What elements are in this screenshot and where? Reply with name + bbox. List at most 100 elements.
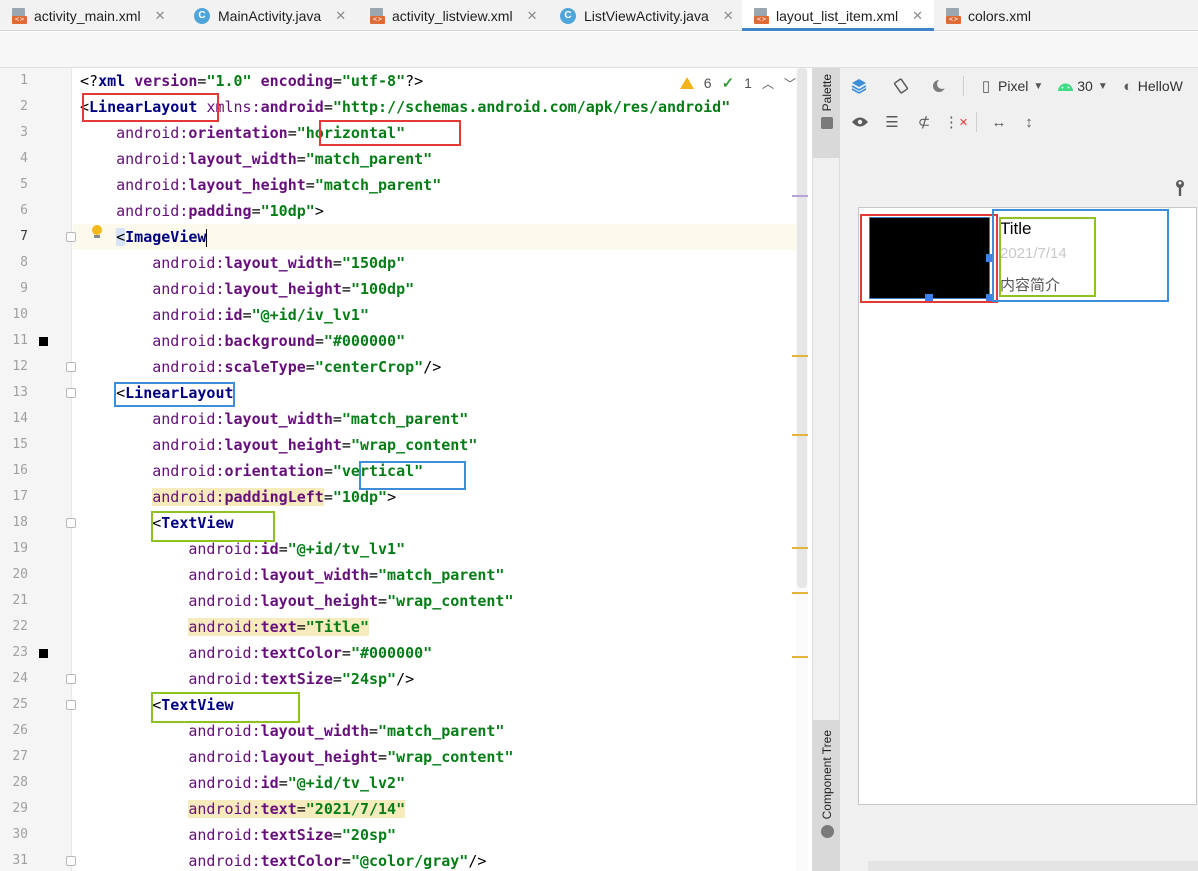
- code-line[interactable]: android:orientation="horizontal": [80, 120, 405, 146]
- code-line[interactable]: android:text="Title": [80, 614, 369, 640]
- blueprint-icon[interactable]: ☰: [882, 112, 902, 132]
- device-select[interactable]: Pixel: [998, 78, 1028, 94]
- tab-main-activity-java[interactable]: C MainActivity.java ✕: [184, 0, 358, 31]
- code-line[interactable]: <LinearLayout: [80, 380, 233, 406]
- code-line[interactable]: android:background="#000000": [80, 328, 405, 354]
- chevron-down-icon[interactable]: ▼: [1033, 81, 1043, 92]
- resize-handle[interactable]: [925, 294, 933, 302]
- code-token: android:: [116, 176, 189, 194]
- api-level-select[interactable]: 30: [1077, 78, 1093, 94]
- code-line[interactable]: android:layout_height="wrap_content": [80, 744, 513, 770]
- code-token: "horizontal": [296, 124, 406, 142]
- scroll-marker: [792, 195, 808, 197]
- editor-scrollbar[interactable]: [796, 68, 808, 871]
- tab-activity-main-xml[interactable]: <> activity_main.xml ✕: [0, 0, 184, 31]
- fold-marker-icon[interactable]: [66, 362, 76, 372]
- code-token: <: [116, 384, 126, 402]
- chevron-up-icon[interactable]: ︿: [762, 75, 774, 92]
- resize-handle[interactable]: [986, 294, 994, 302]
- code-line[interactable]: android:layout_height="100dp": [80, 276, 414, 302]
- code-line[interactable]: android:padding="10dp">: [80, 198, 324, 224]
- close-icon[interactable]: ✕: [723, 8, 734, 24]
- wrench-icon[interactable]: [1174, 180, 1186, 200]
- code-line[interactable]: android:text="2021/7/14": [80, 796, 406, 822]
- code-token: <?: [80, 72, 99, 90]
- fold-marker-icon[interactable]: [66, 388, 76, 398]
- design-horizontal-scrollbar[interactable]: [868, 861, 1198, 871]
- fold-marker-icon[interactable]: [66, 674, 76, 684]
- close-icon[interactable]: ✕: [335, 8, 346, 24]
- code-line[interactable]: android:scaleType="centerCrop"/>: [80, 354, 441, 380]
- code-line[interactable]: <TextView: [80, 510, 233, 536]
- code-line[interactable]: <TextView: [80, 692, 233, 718]
- code-line[interactable]: android:textColor="#000000": [80, 640, 432, 666]
- check-count: 1: [744, 75, 752, 91]
- code-line[interactable]: android:textSize="24sp"/>: [80, 666, 414, 692]
- code-line[interactable]: android:layout_height="wrap_content": [80, 588, 513, 614]
- layers-icon[interactable]: [849, 76, 869, 96]
- code-line[interactable]: android:textSize="20sp": [80, 822, 396, 848]
- code-line[interactable]: android:layout_height="wrap_content": [80, 432, 477, 458]
- tab-layout-list-item-xml[interactable]: <> layout_list_item.xml ✕: [742, 0, 934, 31]
- tab-activity-listview-xml[interactable]: <> activity_listview.xml ✕: [358, 0, 550, 31]
- clear-constraints-icon[interactable]: ⋮ ✕: [944, 112, 968, 132]
- code-line[interactable]: android:layout_width="match_parent": [80, 406, 468, 432]
- code-token: =: [332, 670, 342, 688]
- code-line[interactable]: android:id="@+id/iv_lv1": [80, 302, 369, 328]
- vertical-resize-icon[interactable]: ↕: [1019, 112, 1039, 132]
- close-icon[interactable]: ✕: [155, 8, 166, 24]
- fold-marker-icon[interactable]: [66, 232, 76, 242]
- palette-tab[interactable]: Palette: [813, 68, 841, 158]
- code-line[interactable]: android:id="@+id/tv_lv1": [80, 536, 405, 562]
- fold-marker-icon[interactable]: [66, 700, 76, 710]
- close-icon[interactable]: ✕: [527, 8, 538, 24]
- code-line[interactable]: android:textColor="@color/gray"/>: [80, 848, 486, 871]
- color-swatch-icon[interactable]: [39, 337, 48, 346]
- color-swatch-icon[interactable]: [39, 649, 48, 658]
- code-line[interactable]: <ImageView: [80, 224, 208, 250]
- fold-marker-icon[interactable]: [66, 856, 76, 866]
- code-line[interactable]: android:layout_width="150dp": [80, 250, 405, 276]
- code-line[interactable]: <?xml version="1.0" encoding="utf-8"?>: [80, 68, 423, 94]
- code-line[interactable]: android:layout_width="match_parent": [80, 562, 504, 588]
- chevron-down-icon[interactable]: ▼: [1098, 81, 1108, 92]
- code-line[interactable]: android:layout_height="match_parent": [80, 172, 441, 198]
- component-tree-tab[interactable]: Component Tree: [813, 720, 841, 871]
- tab-listview-activity-java[interactable]: C ListViewActivity.java ✕: [550, 0, 742, 31]
- inspection-widget[interactable]: 6 ✓ 1 ︿ ﹀: [679, 74, 796, 92]
- code-line[interactable]: <LinearLayout xmlns:android="http://sche…: [80, 94, 730, 120]
- code-line[interactable]: android:orientation="vertical": [80, 458, 423, 484]
- line-number: 29: [12, 801, 28, 816]
- close-icon[interactable]: ✕: [912, 8, 923, 24]
- resize-handle[interactable]: [986, 254, 994, 262]
- rotate-icon[interactable]: [891, 76, 911, 96]
- code-token: layout_height: [224, 280, 342, 298]
- theme-select[interactable]: HelloW: [1138, 78, 1183, 94]
- horizontal-resize-icon[interactable]: ↔: [989, 112, 1009, 132]
- code-token: android:: [116, 150, 189, 168]
- eye-icon[interactable]: [850, 112, 870, 132]
- tab-colors-xml[interactable]: <> colors.xml: [934, 0, 1094, 31]
- code-token: "150dp": [341, 254, 406, 272]
- java-class-icon: C: [560, 7, 576, 24]
- layout-preview-canvas[interactable]: Title 2021/7/14 内容简介: [858, 207, 1197, 805]
- code-line[interactable]: android:layout_width="match_parent": [80, 146, 432, 172]
- scrollbar-thumb[interactable]: [797, 68, 807, 588]
- code-line[interactable]: android:layout_width="match_parent": [80, 718, 504, 744]
- night-mode-icon[interactable]: [929, 76, 949, 96]
- code-line[interactable]: android:id="@+id/tv_lv2": [80, 770, 405, 796]
- code-editor[interactable]: 1 2 3 4 5 6 7 8 9 10 11 12 13 14 15 16 17 18 19 20 21 22 23 24 2…: [0, 68, 808, 871]
- magnet-off-icon[interactable]: ⊄: [914, 112, 934, 132]
- fold-marker-icon[interactable]: [66, 518, 76, 528]
- code-token: "match_parent": [341, 410, 469, 428]
- code-line[interactable]: android:paddingLeft="10dp">: [80, 484, 396, 510]
- code-lines[interactable]: <?xml version="1.0" encoding="utf-8"?> <L…: [80, 68, 808, 871]
- chevron-down-icon[interactable]: ﹀: [784, 75, 796, 92]
- code-token: <: [152, 514, 162, 532]
- imageview-preview[interactable]: [869, 217, 990, 299]
- code-token: android:: [188, 592, 261, 610]
